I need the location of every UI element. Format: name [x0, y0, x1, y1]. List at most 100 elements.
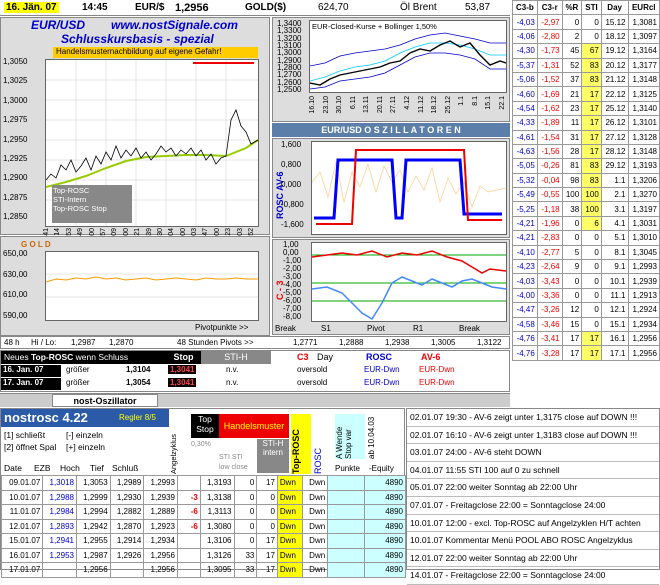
table-cell: 0	[581, 273, 602, 289]
right-table-header: EURcl	[627, 0, 660, 16]
sti-header: STI-H	[201, 351, 271, 364]
table-cell: -2,80	[536, 28, 563, 45]
table-cell: 0	[256, 504, 278, 520]
table-cell: Dwn	[302, 489, 329, 505]
col-header: Schluß	[112, 463, 139, 473]
table-cell: 16.1	[600, 330, 629, 347]
table-cell: Dwn	[302, 533, 329, 549]
table-cell: 25.12	[600, 100, 629, 117]
table-cell: 37	[561, 71, 583, 88]
table-cell: Dwn	[302, 518, 329, 534]
table-row: -4,58 -3,46 15 0 15.1 1,2934	[512, 316, 660, 332]
table-cell: Dwn	[276, 504, 304, 520]
table-row: -4,30 -1,73 45 67 19.12 1,3164	[512, 43, 660, 59]
rosc-line	[314, 158, 502, 220]
option2b[interactable]: [+] einzeln	[66, 442, 105, 452]
table-cell: 1,3126	[199, 547, 235, 563]
message-item: 02.01.07 19:30 - AV-6 zeigt unter 1,3175…	[407, 409, 659, 427]
table-cell: 1,2913	[627, 287, 660, 304]
site-title: www.nostSignale.com	[111, 18, 238, 32]
pivot-label: 48 Stunden Pivots >>	[177, 338, 254, 347]
table-cell: Dwn	[302, 547, 329, 563]
table-cell: -4,61	[512, 129, 538, 145]
table-cell: -4,03	[512, 14, 538, 30]
table-cell: 1,3097	[627, 28, 660, 45]
table-cell: Dwn	[276, 547, 304, 563]
message-item: 04.01.07 11:55 STI 100 auf 0 zu schnell	[407, 462, 659, 480]
warning-banner: Handelsmusternachbildung auf eigene Gefa…	[53, 47, 258, 58]
table-cell: 17	[581, 345, 602, 361]
table-cell: 1,3164	[627, 43, 660, 59]
table-cell: 0	[581, 244, 602, 261]
table-cell: 1,3018	[42, 475, 77, 491]
table-row: -4,03 -2,97 0 0 15.12 1,3081	[512, 14, 660, 30]
pivot-lo: 1,2870	[109, 338, 134, 347]
table-cell: 21	[561, 86, 583, 102]
table-cell: -2,64	[536, 259, 563, 275]
table-cell: Dwn	[302, 504, 329, 520]
bollinger-title: EUR-Closed-Kurse + Bollinger 1,50%	[312, 22, 437, 31]
winkel-header: Angelzyklus	[169, 433, 178, 474]
table-cell: 0	[561, 14, 583, 30]
table-cell: -0,04	[536, 172, 563, 189]
table-cell: 100	[581, 201, 602, 217]
table-cell: -1,69	[536, 86, 563, 102]
pivot-value: 1,3122	[477, 338, 502, 347]
oil-label: Öl Brent	[400, 2, 437, 13]
y-tick-label: 0,000	[281, 180, 302, 189]
option1[interactable]: [1] schließt	[4, 430, 45, 440]
table-cell: -4,47	[512, 302, 538, 318]
x-tick-label: 16.10	[309, 96, 316, 114]
table-cell: 0	[561, 215, 583, 232]
table-cell: 1,3193	[199, 475, 235, 491]
c3-panel: C - 3 1,00 0,00 -1,00 -2,00 -3,00 -4,00 -5,00-…	[272, 239, 510, 335]
table-cell: 83	[581, 71, 602, 88]
table-cell: 1,3053	[75, 475, 111, 491]
table-cell: 52	[561, 57, 583, 73]
x-tick-label: 6.11	[349, 96, 357, 110]
table-cell: -1,31	[536, 57, 563, 73]
table-cell: -1,96	[536, 215, 563, 232]
table-cell: 1,2999	[75, 489, 111, 505]
pivot-label: S1	[321, 324, 331, 333]
table-cell: -5,32	[512, 172, 538, 189]
table-cell: 28.12	[600, 143, 629, 160]
signal-stop: 1,3041	[168, 378, 197, 387]
col-header: Date	[4, 463, 22, 473]
table-cell	[176, 533, 201, 549]
table-row: -4,47 -3,26 12 0 12.1 1,2924	[512, 302, 660, 318]
table-cell	[176, 547, 201, 563]
signal-cond: größer	[66, 378, 90, 387]
table-cell: 0	[233, 489, 258, 505]
intraday-plot: Top-ROSC STI-Intern Top-ROSC Stop	[45, 59, 259, 227]
table-cell: 1,2924	[627, 302, 660, 318]
regler-label: Regler 8/5	[119, 413, 156, 422]
chart-legend: Top-ROSC STI-Intern Top-ROSC Stop	[52, 185, 132, 223]
table-cell: -0,26	[536, 158, 563, 174]
tab-nost-oszillator[interactable]: nost-Oszillator	[52, 394, 158, 407]
message-item: 02.01.07 16:10 - AV-6 zeigt unter 1,3183…	[407, 427, 659, 445]
signal-av6: EUR-Dwn	[419, 365, 455, 374]
table-cell: 6	[581, 215, 602, 232]
x-tick-label: 8.1	[471, 96, 479, 106]
table-cell: 1,3193	[627, 158, 660, 174]
table-row: -4,21 -1,96 0 6 4.1 1,3031	[512, 215, 660, 232]
table-cell: 98	[561, 172, 583, 189]
option1b[interactable]: [-] einzeln	[66, 430, 103, 440]
gold-panel: G O L D 650,00 630,00 610,00 590,00 Pivotpu…	[0, 236, 270, 336]
option2[interactable]: [2] öffnet Spal	[4, 442, 56, 452]
table-cell: 10.01.07	[0, 489, 44, 505]
x-tick-label: 27.11	[390, 96, 398, 113]
table-cell: -0,55	[536, 187, 563, 203]
y-tick-label: 610,00	[3, 290, 28, 300]
table-cell: 10.1	[600, 273, 629, 289]
x-tick-label: 30.10	[336, 96, 344, 114]
table-cell: 17	[581, 86, 602, 102]
nostrosc-panel: nostrosc 4.22 Regler 8/5 [1] schließt [-…	[0, 408, 407, 578]
table-cell	[327, 518, 365, 534]
table-cell: 83	[581, 57, 602, 73]
table-cell: 9.1	[600, 259, 629, 275]
x-tick-label: 13.11	[363, 96, 371, 113]
y-tick-label: 1,2500	[277, 85, 302, 94]
table-cell: 0	[561, 273, 583, 289]
